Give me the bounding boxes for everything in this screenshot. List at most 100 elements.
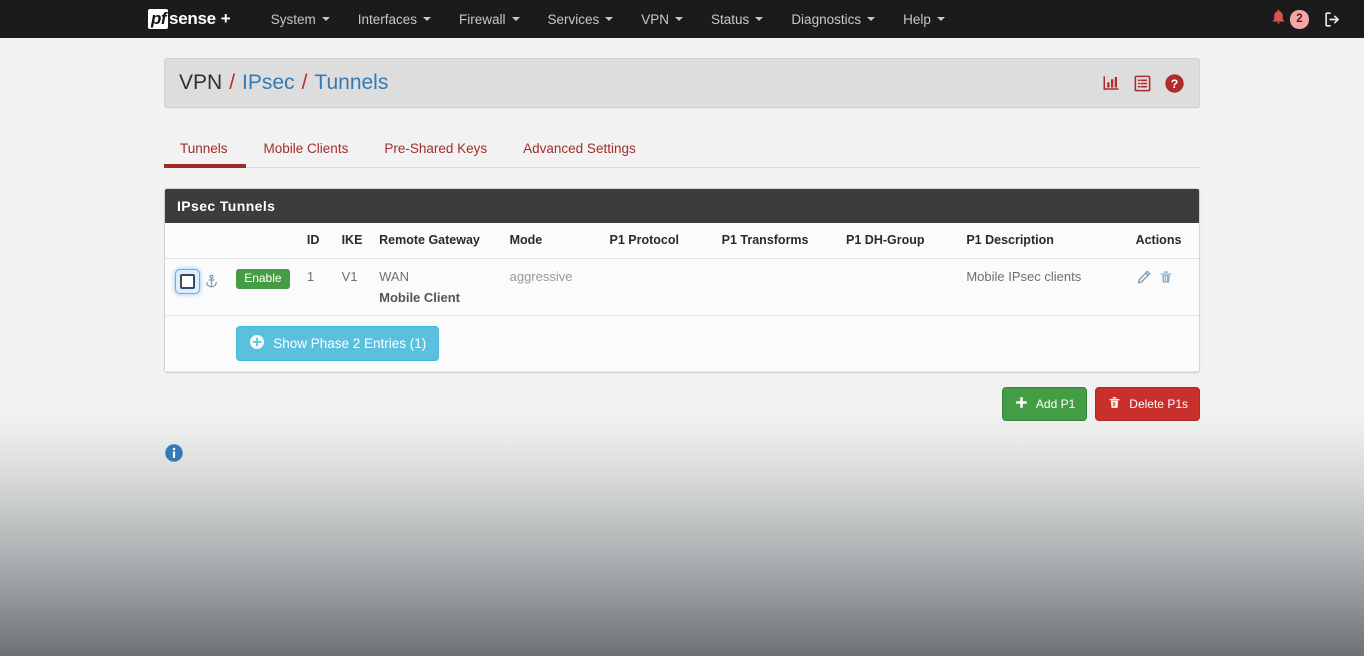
svg-text:?: ? (1171, 76, 1178, 90)
nav-menu: System Interfaces Firewall Services VPN … (257, 12, 959, 27)
status-badge[interactable]: Enable (236, 269, 290, 290)
tab-label: Advanced Settings (523, 141, 636, 156)
notifications-button[interactable]: 2 (1270, 8, 1309, 30)
chevron-down-icon (422, 17, 431, 21)
nav-item-status[interactable]: Status (697, 12, 777, 27)
column-p1-protocol: P1 Protocol (601, 223, 714, 259)
breadcrumb-separator: / (301, 71, 308, 94)
nav-item-diagnostics[interactable]: Diagnostics (777, 12, 889, 27)
column-status (228, 223, 299, 259)
row-p1-dh-group (838, 258, 959, 316)
chevron-down-icon (675, 17, 684, 21)
table-row: Enable 1 V1 WAN Mobile Client aggressive (165, 258, 1199, 316)
column-mode: Mode (501, 223, 602, 259)
chevron-down-icon (511, 17, 520, 21)
bell-icon (1270, 8, 1287, 30)
plus-icon (1014, 395, 1029, 413)
help-icon[interactable]: ? (1164, 73, 1185, 94)
show-phase2-entries-button[interactable]: Show Phase 2 Entries (1) (236, 326, 440, 361)
chevron-down-icon (867, 17, 876, 21)
top-navigation-bar: pf sense + System Interfaces Firewall Se… (0, 0, 1364, 38)
nav-label: Interfaces (357, 11, 417, 27)
info-icon[interactable] (164, 443, 184, 463)
notification-count-badge: 2 (1290, 9, 1309, 29)
table-header: ID IKE Remote Gateway Mode P1 Protocol P… (165, 223, 1199, 259)
chevron-down-icon (755, 17, 764, 21)
edit-icon[interactable] (1136, 269, 1152, 285)
nav-label: Firewall (458, 11, 506, 27)
row-checkbox[interactable] (175, 269, 200, 294)
nav-item-interfaces[interactable]: Interfaces (344, 12, 445, 27)
nav-label: Help (903, 11, 931, 27)
tab-label: Tunnels (180, 141, 228, 156)
tunnels-table: ID IKE Remote Gateway Mode P1 Protocol P… (165, 223, 1199, 372)
panel-action-buttons: Add P1 Delete P1s (164, 387, 1200, 421)
remote-gateway-interface: WAN (379, 269, 409, 284)
nav-item-services[interactable]: Services (534, 12, 628, 27)
checkbox-box (180, 274, 195, 289)
delete-p1s-button[interactable]: Delete P1s (1095, 387, 1200, 421)
remote-gateway-type: Mobile Client (379, 290, 461, 305)
header-icon-group: ? (1101, 73, 1185, 94)
phase2-spacer (165, 315, 229, 372)
chevron-down-icon (321, 17, 330, 21)
breadcrumb-section-ipsec[interactable]: IPsec (242, 71, 295, 95)
column-p1-dh-group: P1 DH-Group (838, 223, 959, 259)
add-p1-button[interactable]: Add P1 (1001, 387, 1088, 421)
nav-label: Diagnostics (791, 11, 862, 27)
add-p1-label: Add P1 (1035, 397, 1076, 411)
anchor-icon[interactable] (204, 273, 219, 290)
row-p1-protocol (601, 258, 714, 316)
delete-p1s-label: Delete P1s (1129, 397, 1188, 411)
phase2-button-cell: Show Phase 2 Entries (1) (228, 315, 1199, 372)
tab-bar: Tunnels Mobile Clients Pre-Shared Keys A… (164, 124, 1200, 168)
logo-plus-text: + (220, 9, 231, 28)
column-id: ID (298, 223, 334, 259)
row-ike: V1 (333, 258, 372, 316)
trash-icon (1107, 395, 1122, 413)
chevron-down-icon (605, 17, 614, 21)
panel-title: IPsec Tunnels (165, 189, 1199, 223)
ipsec-tunnels-panel: IPsec Tunnels ID IKE Remote Gateway Mode… (164, 188, 1200, 373)
column-p1-transforms: P1 Transforms (713, 223, 839, 259)
nav-label: Services (547, 11, 600, 27)
row-p1-transforms (713, 258, 839, 316)
tab-mobile-clients[interactable]: Mobile Clients (246, 141, 367, 167)
breadcrumb: VPN / IPsec / Tunnels (179, 71, 388, 95)
nav-item-help[interactable]: Help (889, 12, 959, 27)
tab-pre-shared-keys[interactable]: Pre-Shared Keys (366, 141, 505, 167)
nav-label: VPN (641, 11, 670, 27)
nav-label: Status (711, 11, 750, 27)
mode-value: aggressive (509, 269, 573, 284)
breadcrumb-separator: / (229, 71, 236, 94)
table-header-row: ID IKE Remote Gateway Mode P1 Protocol P… (165, 223, 1199, 259)
list-icon[interactable] (1133, 74, 1152, 93)
logo-sense-text: sense (169, 9, 216, 28)
tab-tunnels[interactable]: Tunnels (164, 141, 246, 168)
description-value: Mobile IPsec clients (966, 269, 1082, 284)
tab-label: Pre-Shared Keys (384, 141, 488, 156)
chevron-down-icon (936, 17, 945, 21)
footer-info (164, 443, 1200, 463)
column-actions: Actions (1127, 223, 1199, 259)
nav-item-firewall[interactable]: Firewall (445, 12, 534, 27)
page-header-panel: VPN / IPsec / Tunnels ? (164, 58, 1200, 108)
plus-circle-icon (249, 334, 265, 353)
bar-chart-icon[interactable] (1101, 74, 1121, 92)
row-mode: aggressive (501, 258, 602, 316)
row-select-cell (165, 258, 229, 316)
breadcrumb-page-tunnels[interactable]: Tunnels (314, 71, 388, 95)
row-remote-gateway: WAN Mobile Client (371, 258, 502, 316)
delete-icon[interactable] (1158, 269, 1174, 285)
logout-button[interactable] (1323, 10, 1342, 29)
tab-advanced-settings[interactable]: Advanced Settings (505, 141, 654, 167)
pfsense-logo[interactable]: pf sense + (148, 7, 231, 31)
navbar-right-actions: 2 (1270, 8, 1352, 30)
nav-item-system[interactable]: System (257, 12, 344, 27)
table-body: Enable 1 V1 WAN Mobile Client aggressive (165, 258, 1199, 372)
nav-item-vpn[interactable]: VPN (627, 12, 697, 27)
column-select (165, 223, 229, 259)
nav-label: System (270, 11, 316, 27)
breadcrumb-root: VPN (179, 71, 223, 94)
row-status-cell: Enable (228, 258, 299, 316)
